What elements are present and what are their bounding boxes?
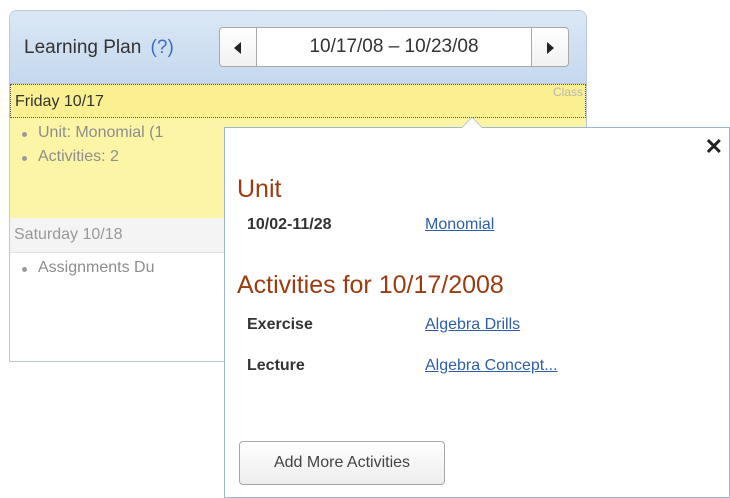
next-week-button[interactable] — [531, 27, 569, 67]
activities-section-title: Activities for 10/17/2008 — [237, 271, 504, 299]
activity-type: Lecture — [247, 357, 305, 374]
unit-link[interactable]: Monomial — [425, 216, 494, 234]
activity-link[interactable]: Algebra Drills — [425, 316, 520, 334]
close-icon[interactable]: ✕ — [705, 136, 723, 158]
previous-week-button[interactable] — [219, 27, 257, 67]
unit-dates: 10/02-11/28 — [247, 216, 332, 233]
help-link[interactable]: (?) — [151, 37, 174, 58]
learning-plan-title: Learning Plan — [24, 37, 142, 58]
add-more-activities-button[interactable]: Add More Activities — [239, 441, 445, 485]
unit-section-title: Unit — [237, 175, 282, 203]
activity-link[interactable]: Algebra Concept... — [425, 357, 558, 375]
arrow-right-icon — [547, 42, 554, 54]
day-detail-popup: ✕ Unit 10/02-11/28 Monomial Activities f… — [224, 117, 730, 498]
page-title: Learning Plan (?) — [24, 37, 174, 59]
day-label: Saturday 10/18 — [14, 226, 123, 243]
activity-type: Exercise — [247, 316, 313, 333]
class-tab[interactable]: Class — [527, 85, 585, 101]
date-range-label: 10/17/08 – 10/23/08 — [256, 27, 532, 67]
learning-plan-header: Learning Plan (?) 10/17/08 – 10/23/08 — [10, 11, 586, 84]
arrow-left-icon — [234, 42, 241, 54]
day-header-friday[interactable]: Friday 10/17 Class — [10, 84, 586, 118]
day-label: Friday 10/17 — [15, 93, 104, 110]
